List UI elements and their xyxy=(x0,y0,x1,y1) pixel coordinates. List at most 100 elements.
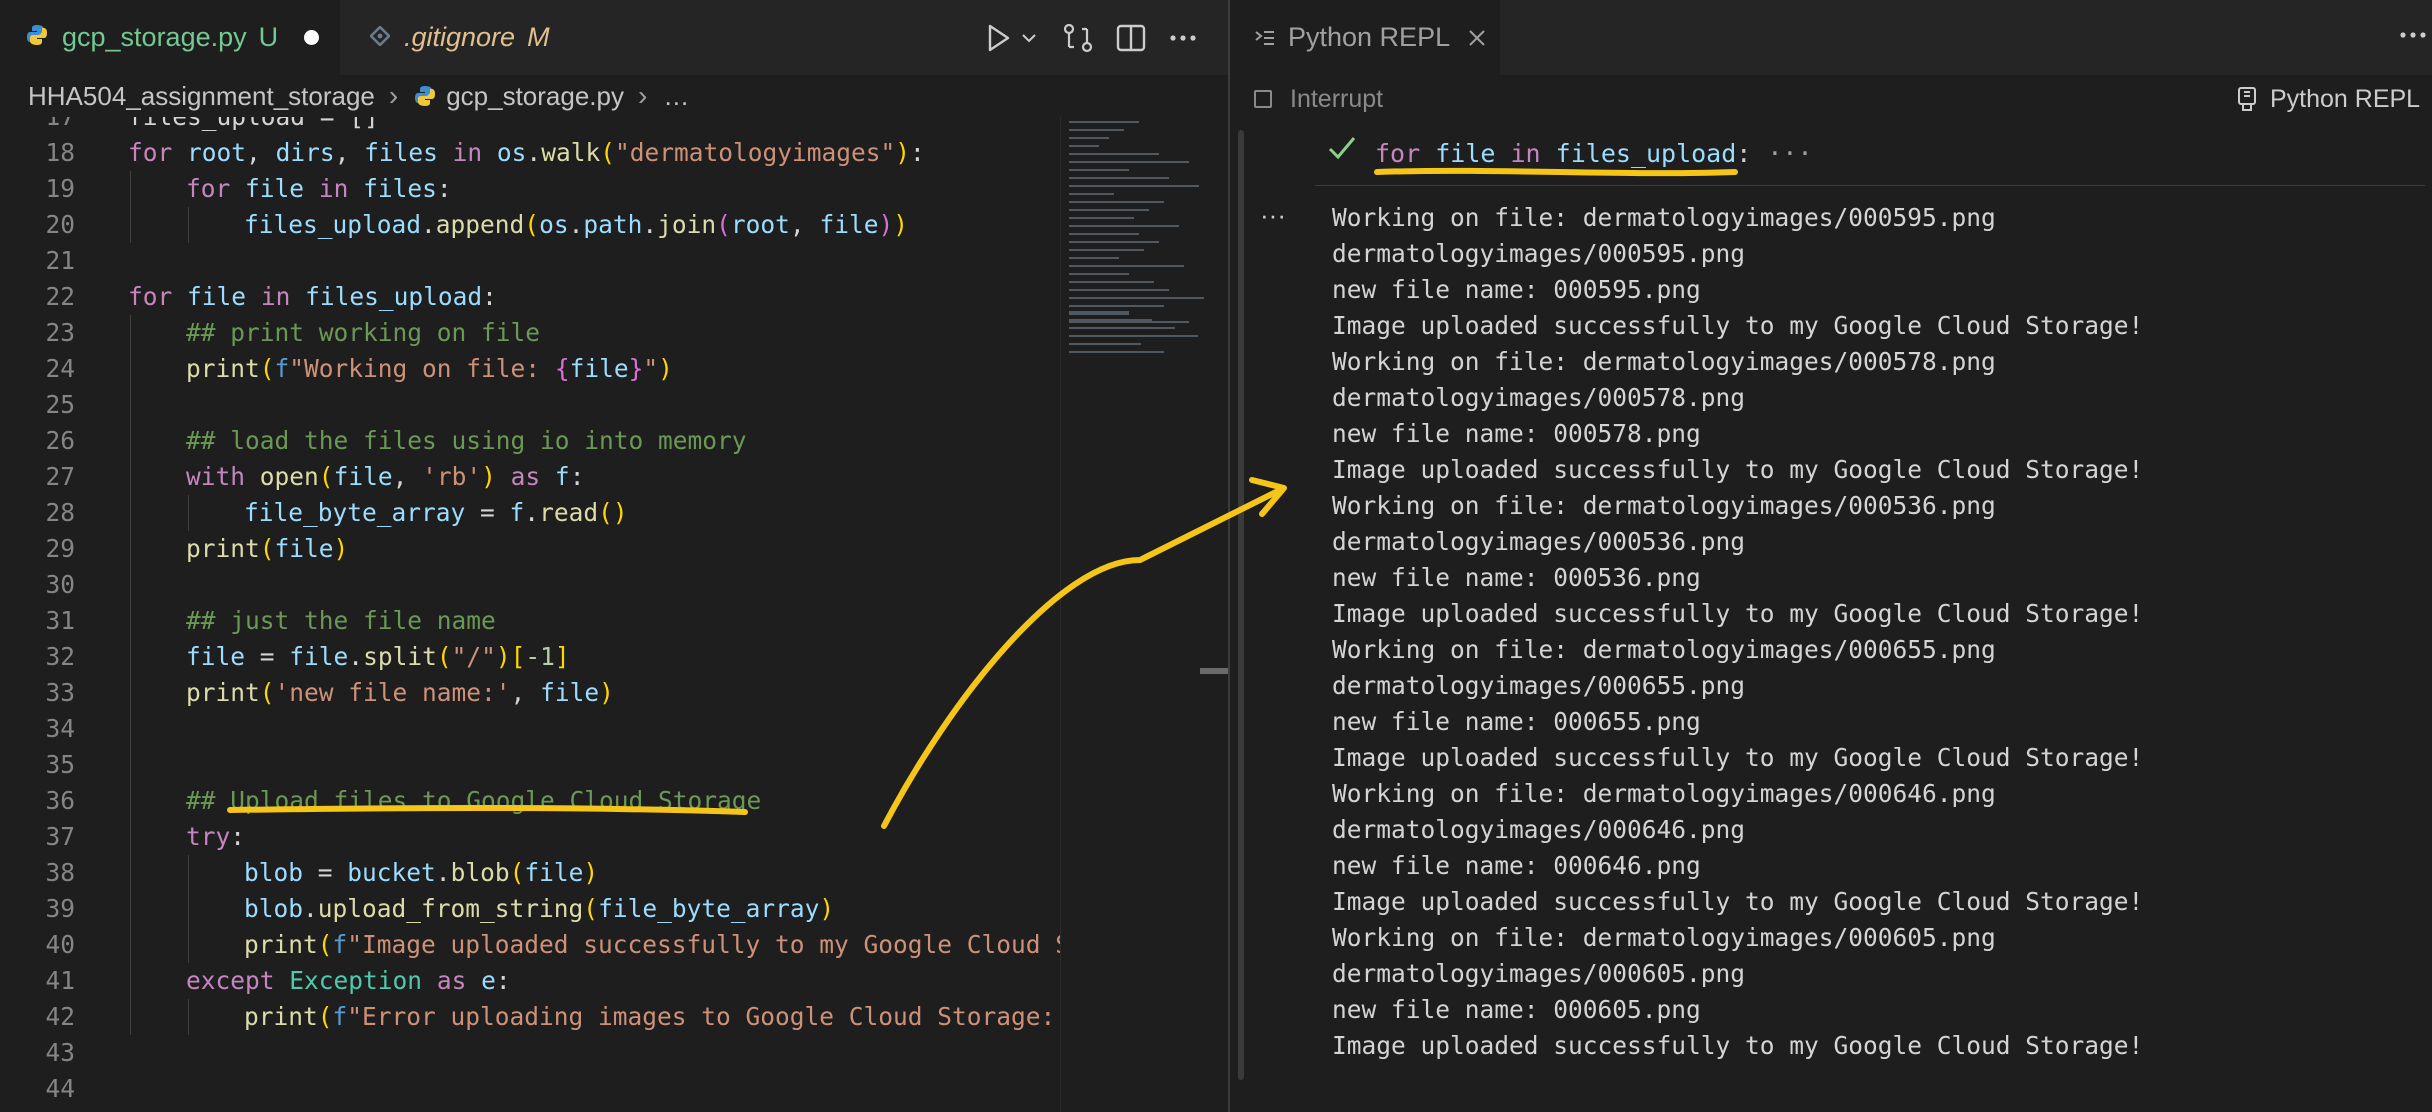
code-line[interactable]: 30 xyxy=(0,567,1060,603)
code-token: file_byte_array xyxy=(244,498,466,527)
code-line[interactable]: 27 with open(file, 'rb') as f: xyxy=(0,459,1060,495)
code-area[interactable]: 17 files_upload = [] 18 for root, dirs, fil… xyxy=(0,117,1060,1112)
more-icon[interactable] xyxy=(2398,20,2428,55)
code-token: for xyxy=(1375,139,1421,168)
code-token: ) xyxy=(658,354,673,383)
code-token: file xyxy=(819,210,879,239)
run-icon[interactable] xyxy=(984,18,1014,58)
code-line[interactable]: 29 print(file) xyxy=(0,531,1060,567)
git-status-modified: M xyxy=(527,22,550,52)
code-token: ( xyxy=(583,894,599,923)
indent-guide xyxy=(188,999,189,1035)
code-token: , xyxy=(789,210,820,239)
code-line[interactable]: 19 for file in files: xyxy=(0,171,1060,207)
interrupt-button[interactable]: Interrupt xyxy=(1254,85,1383,114)
line-number: 34 xyxy=(45,714,75,743)
output-more-icon[interactable]: ··· xyxy=(1260,200,1286,231)
code-token: , xyxy=(392,462,423,491)
tab-gitignore[interactable]: .gitignore M xyxy=(340,0,570,75)
code-token: ## Upload files to Google Cloud Storage xyxy=(186,786,762,815)
tab-python-repl[interactable]: Python REPL xyxy=(1230,0,1500,75)
minimap-line xyxy=(1069,209,1149,211)
code-text: ## load the files using io into memory xyxy=(186,423,747,459)
chevron-down-icon[interactable] xyxy=(1018,18,1040,58)
code-text: for file in files: xyxy=(186,171,452,207)
code-token: path xyxy=(583,210,643,239)
code-line[interactable]: 44 xyxy=(0,1071,1060,1107)
code-line[interactable]: 42 print(f"Error uploading images to Goog… xyxy=(0,999,1060,1035)
code-token: split xyxy=(363,642,437,671)
line-number: 40 xyxy=(45,930,75,959)
code-token: file xyxy=(186,642,246,671)
compare-icon[interactable] xyxy=(1060,18,1096,58)
code-line[interactable]: 23 ## print working on file xyxy=(0,315,1060,351)
code-token: . xyxy=(303,894,318,923)
breadcrumb-file[interactable]: gcp_storage.py xyxy=(414,81,624,112)
unsaved-dot-icon[interactable] xyxy=(304,30,320,45)
code-token: ) xyxy=(333,534,349,563)
code-line[interactable]: 41 except Exception as e: xyxy=(0,963,1060,999)
code-line[interactable]: 28 file_byte_array = f.read() xyxy=(0,495,1060,531)
minimap-line xyxy=(1069,313,1129,315)
code-token: file xyxy=(1435,139,1496,168)
code-line[interactable]: 39 blob.upload_from_string(file_byte_arra… xyxy=(0,891,1060,927)
code-text: ## just the file name xyxy=(186,603,496,639)
minimap-line xyxy=(1069,137,1109,139)
executed-cell[interactable]: for file in files_upload: ··· xyxy=(1230,125,2432,183)
code-line[interactable]: 31 ## just the file name xyxy=(0,603,1060,639)
code-line[interactable]: 36 ## Upload files to Google Cloud Storag… xyxy=(0,783,1060,819)
code-line[interactable]: 34 xyxy=(0,711,1060,747)
minimap-line xyxy=(1069,177,1169,179)
code-token: ( xyxy=(317,930,333,959)
code-token: . xyxy=(421,210,436,239)
code-line[interactable]: 35 xyxy=(0,747,1060,783)
code-token: print xyxy=(186,678,260,707)
repl-tab-bar: Python REPL xyxy=(1230,0,2432,75)
split-editor-icon[interactable] xyxy=(1114,18,1148,58)
code-line[interactable]: 22 for file in files_upload: xyxy=(0,279,1060,315)
code-line[interactable]: 21 xyxy=(0,243,1060,279)
scrollbar-thumb[interactable] xyxy=(1200,668,1228,674)
line-number: 26 xyxy=(45,426,75,455)
code-line[interactable]: 37 try: xyxy=(0,819,1060,855)
code-line[interactable]: 32 file = file.split("/")[-1] xyxy=(0,639,1060,675)
code-token: in xyxy=(260,282,291,311)
code-token: append xyxy=(435,210,525,239)
code-line[interactable]: 45 xyxy=(0,1107,1060,1112)
cell-ellipsis[interactable]: ··· xyxy=(1767,139,1812,168)
line-number: 45 xyxy=(0,1107,75,1112)
code-token: print xyxy=(186,354,260,383)
code-token: blob xyxy=(244,894,304,923)
code-line[interactable]: 25 xyxy=(0,387,1060,423)
close-icon[interactable] xyxy=(1468,29,1486,47)
minimap-line xyxy=(1069,297,1204,299)
breadcrumb-folder[interactable]: HHA504_assignment_storage xyxy=(28,81,375,112)
code-line[interactable]: 33 print('new file name:', file) xyxy=(0,675,1060,711)
minimap-line xyxy=(1069,233,1139,235)
code-token: f xyxy=(509,498,525,527)
code-line[interactable]: 18 for root, dirs, files in os.walk("derm… xyxy=(0,135,1060,171)
minimap[interactable] xyxy=(1060,117,1211,1112)
scrollbar[interactable] xyxy=(1210,117,1228,1112)
code-token: root xyxy=(730,210,790,239)
code-token: files_upload = [] xyxy=(128,117,379,131)
code-line[interactable]: 38 blob = bucket.blob(file) xyxy=(0,855,1060,891)
code-token: print xyxy=(244,930,318,959)
breadcrumb-symbol[interactable]: … xyxy=(663,81,689,112)
code-line[interactable]: 20 files_upload.append(os.path.join(root,… xyxy=(0,207,1060,243)
code-line[interactable]: 40 print(f"Image uploaded successfully to… xyxy=(0,927,1060,963)
code-editor: gcp_storage.py U .gitignore M HHA504_ass… xyxy=(0,0,1228,1112)
line-number: 17 xyxy=(0,117,75,135)
more-icon[interactable] xyxy=(1166,18,1200,58)
tab-gcp-storage[interactable]: gcp_storage.py U xyxy=(0,0,340,75)
code-line[interactable]: 24 print(f"Working on file: {file}") xyxy=(0,351,1060,387)
code-token: ( xyxy=(524,210,540,239)
code-line[interactable]: 17 files_upload = [] xyxy=(0,117,1060,135)
output-line: Image uploaded successfully to my Google… xyxy=(1332,599,2144,628)
code-line[interactable]: 26 ## load the files using io into memory xyxy=(0,423,1060,459)
code-line[interactable]: 43 xyxy=(0,1035,1060,1071)
